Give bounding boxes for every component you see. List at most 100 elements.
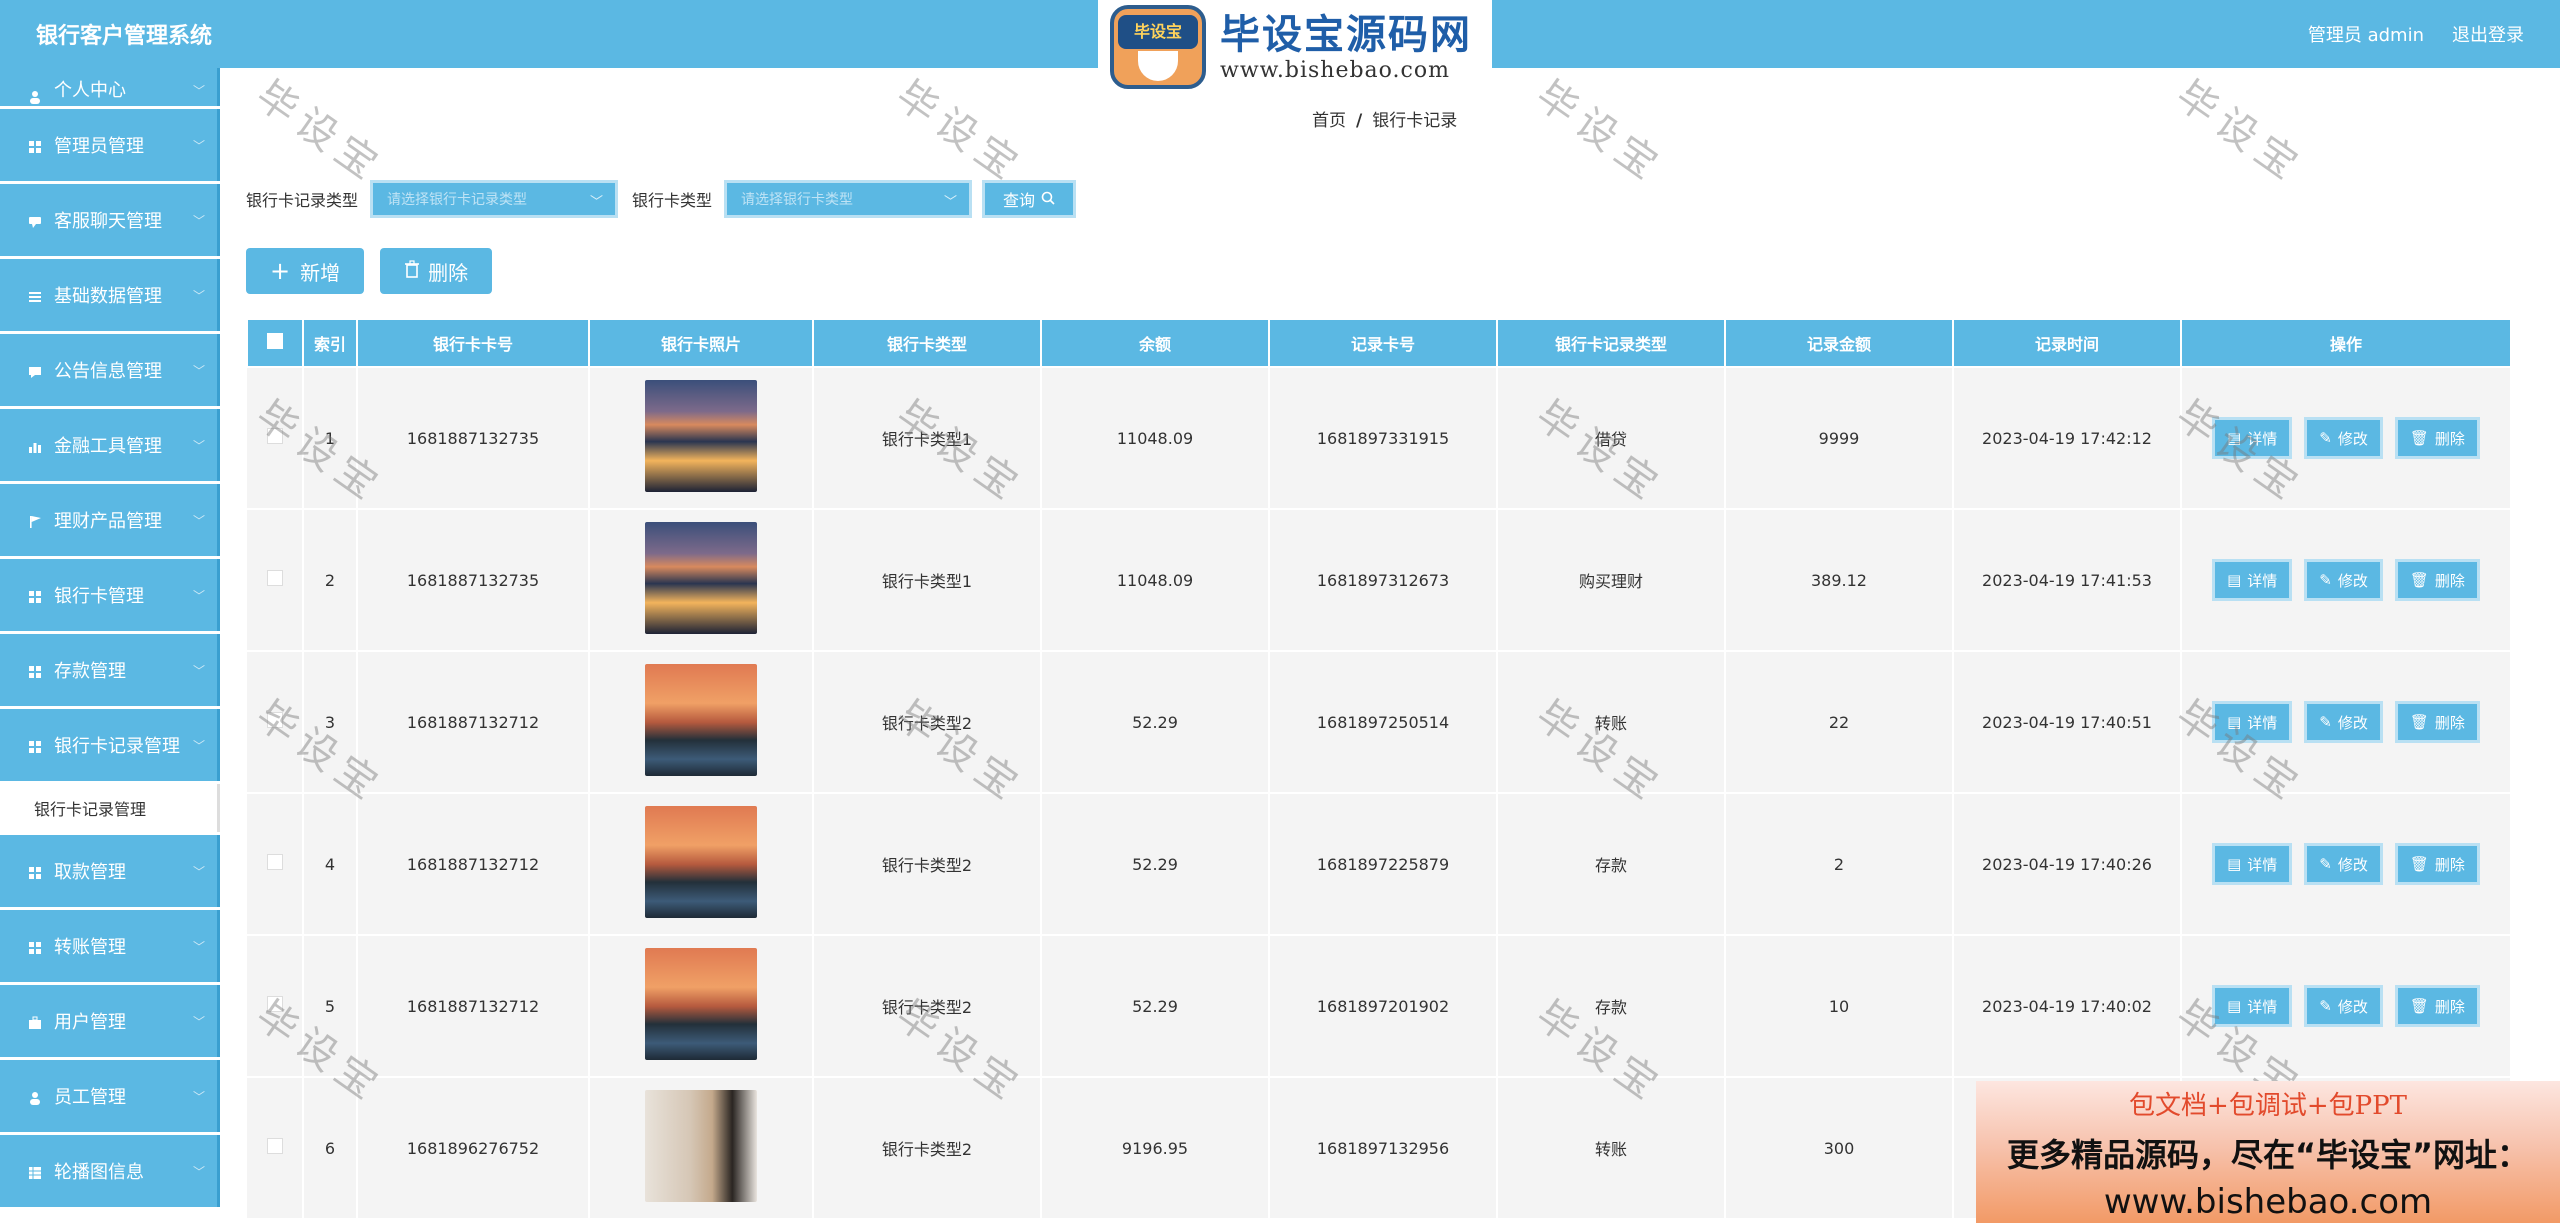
table-row[interactable]: 1 1681887132735 银行卡类型1 11048.09 168189733191…	[247, 367, 2512, 510]
cell-ops: ▤ 详情 ✎ 修改 🗑 删除	[2181, 793, 2512, 936]
sidebar: 个人中心 ﹀ 管理员管理 ﹀ 客服聊天管理 ﹀ 基础数据管理 ﹀ 公告信息管理 ﹀ 金融工具管理…	[0, 68, 220, 1223]
edit-button[interactable]: ✎ 修改	[2304, 417, 2383, 459]
select-all-header[interactable]	[246, 318, 304, 368]
briefcase-icon	[28, 1014, 42, 1029]
row-select-cell[interactable]	[247, 793, 304, 936]
card-photo-image[interactable]	[645, 522, 757, 634]
sidebar-item[interactable]: 轮播图信息 ﹀	[0, 1135, 220, 1207]
card-photo-image[interactable]	[645, 664, 757, 776]
row-delete-button[interactable]: 🗑 删除	[2394, 701, 2480, 743]
cell-amount: 300	[1725, 1077, 1954, 1220]
sidebar-subitem-card-records[interactable]: 银行卡记录管理	[0, 784, 220, 832]
table-row[interactable]: 3 1681887132712 银行卡类型2 52.29 1681897250514 转账…	[247, 651, 2512, 794]
chevron-down-icon: ﹀	[192, 940, 205, 954]
edit-button[interactable]: ✎ 修改	[2304, 701, 2383, 743]
cell-card-no: 1681887132712	[357, 793, 590, 936]
chevron-down-icon: ﹀	[192, 865, 205, 879]
action-bar: + 新增 删除	[246, 248, 493, 294]
main-content: 首页 / 银行卡记录 银行卡记录类型 请选择银行卡记录类型 ﹀ 银行卡类型 请选择银…	[222, 68, 2560, 1223]
cell-card-no: 1681887132712	[357, 935, 590, 1078]
record-type-select[interactable]: 请选择银行卡记录类型 ﹀	[370, 180, 619, 218]
sidebar-item[interactable]: 转账管理 ﹀	[0, 910, 220, 982]
cell-ops: ▤ 详情 ✎ 修改 🗑 删除	[2181, 651, 2512, 794]
card-photo-image[interactable]	[645, 806, 757, 918]
row-checkbox[interactable]	[266, 712, 283, 728]
table-row[interactable]: 2 1681887132735 银行卡类型1 11048.09 168189731267…	[247, 509, 2512, 652]
cell-card-type: 银行卡类型2	[813, 1077, 1042, 1220]
detail-button[interactable]: ▤ 详情	[2212, 985, 2293, 1027]
cell-photo	[589, 1077, 814, 1220]
sidebar-item[interactable]: 管理员管理 ﹀	[0, 109, 220, 181]
breadcrumb-home[interactable]: 首页	[1312, 111, 1346, 131]
cell-card-no: 1681896276752	[357, 1077, 590, 1220]
cell-time: 2023-04-19 17:42:12	[1953, 367, 2182, 510]
sidebar-item[interactable]: 取款管理 ﹀	[0, 835, 220, 907]
sidebar-item[interactable]: 金融工具管理 ﹀	[0, 409, 220, 481]
select-all-checkbox[interactable]	[267, 333, 283, 349]
sidebar-item[interactable]: 员工管理 ﹀	[0, 1060, 220, 1132]
cell-record-no: 1681897312673	[1269, 509, 1498, 652]
card-photo-image[interactable]	[645, 948, 757, 1060]
detail-button[interactable]: ▤ 详情	[2212, 701, 2293, 743]
edit-icon: ✎	[2319, 855, 2332, 873]
sidebar-item[interactable]: 银行卡管理 ﹀	[0, 559, 220, 631]
cell-amount: 2	[1725, 793, 1954, 936]
sidebar-item-profile[interactable]: 个人中心 ﹀	[0, 68, 220, 106]
query-button[interactable]: 查询	[982, 180, 1077, 218]
batch-delete-button[interactable]: 删除	[380, 248, 493, 294]
row-checkbox[interactable]	[266, 570, 283, 586]
cell-record-no: 1681897132956	[1269, 1077, 1498, 1220]
cell-card-type: 银行卡类型2	[813, 793, 1042, 936]
table-row[interactable]: 5 1681887132712 银行卡类型2 52.29 1681897201902 存款…	[247, 935, 2512, 1078]
row-checkbox[interactable]	[266, 1138, 283, 1154]
card-photo-image[interactable]	[645, 380, 757, 492]
sidebar-item[interactable]: 存款管理 ﹀	[0, 634, 220, 706]
cell-record-type: 存款	[1497, 935, 1726, 1078]
row-delete-button[interactable]: 🗑 删除	[2394, 559, 2480, 601]
col-header: 银行卡卡号	[356, 318, 590, 368]
add-button[interactable]: + 新增	[246, 248, 365, 294]
sidebar-item[interactable]: 用户管理 ﹀	[0, 985, 220, 1057]
cell-record-no: 1681897225879	[1269, 793, 1498, 936]
detail-label: 详情	[2247, 997, 2278, 1016]
row-delete-button[interactable]: 🗑 删除	[2394, 417, 2480, 459]
row-checkbox[interactable]	[266, 996, 283, 1012]
row-select-cell[interactable]	[247, 935, 304, 1078]
cell-card-no: 1681887132735	[357, 367, 590, 510]
cell-photo	[589, 793, 814, 936]
sidebar-item[interactable]: 基础数据管理 ﹀	[0, 259, 220, 331]
row-checkbox[interactable]	[266, 428, 283, 444]
detail-button[interactable]: ▤ 详情	[2212, 843, 2293, 885]
logout-link[interactable]: 退出登录	[2452, 21, 2524, 47]
sidebar-item-label: 存款管理	[54, 661, 126, 682]
card-type-select[interactable]: 请选择银行卡类型 ﹀	[724, 180, 973, 218]
detail-button[interactable]: ▤ 详情	[2212, 559, 2293, 601]
sidebar-item[interactable]: 银行卡记录管理 ﹀	[0, 709, 220, 781]
edit-button[interactable]: ✎ 修改	[2304, 559, 2383, 601]
card-photo-image[interactable]	[645, 1090, 757, 1202]
row-select-cell[interactable]	[247, 509, 304, 652]
row-delete-button[interactable]: 🗑 删除	[2394, 985, 2480, 1027]
cell-balance: 11048.09	[1041, 509, 1270, 652]
cell-balance: 52.29	[1041, 793, 1270, 936]
cell-time: 2023-04-19 17:40:51	[1953, 651, 2182, 794]
edit-label: 修改	[2337, 429, 2368, 448]
row-select-cell[interactable]	[247, 367, 304, 510]
sidebar-item-label: 员工管理	[54, 1087, 126, 1108]
row-checkbox[interactable]	[266, 854, 283, 870]
edit-button[interactable]: ✎ 修改	[2304, 843, 2383, 885]
sidebar-item[interactable]: 理财产品管理 ﹀	[0, 484, 220, 556]
cell-card-type: 银行卡类型1	[813, 367, 1042, 510]
sidebar-item-label: 轮播图信息	[54, 1162, 144, 1183]
sidebar-item[interactable]: 公告信息管理 ﹀	[0, 334, 220, 406]
grid-icon	[28, 939, 42, 954]
row-delete-button[interactable]: 🗑 删除	[2394, 843, 2480, 885]
admin-label[interactable]: 管理员 admin	[2308, 21, 2424, 47]
sidebar-item[interactable]: 客服聊天管理 ﹀	[0, 184, 220, 256]
row-select-cell[interactable]	[247, 651, 304, 794]
cell-balance: 11048.09	[1041, 367, 1270, 510]
row-select-cell[interactable]	[247, 1077, 304, 1220]
table-row[interactable]: 4 1681887132712 银行卡类型2 52.29 1681897225879 存款…	[247, 793, 2512, 936]
detail-button[interactable]: ▤ 详情	[2212, 417, 2293, 459]
edit-button[interactable]: ✎ 修改	[2304, 985, 2383, 1027]
